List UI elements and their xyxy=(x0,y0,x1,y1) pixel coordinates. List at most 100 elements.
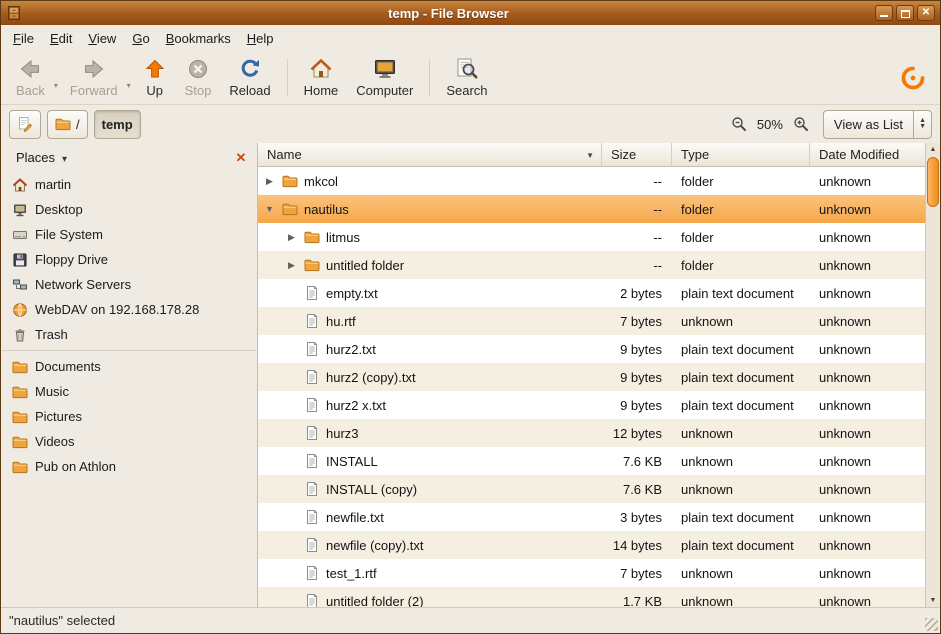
file-row[interactable]: hu.rtf 7 bytes unknown unknown xyxy=(258,307,925,335)
view-mode-combo[interactable]: View as List xyxy=(823,110,932,139)
folder-icon xyxy=(304,229,320,245)
places-sidebar: Places martin Desktop File System Floppy… xyxy=(1,143,258,607)
expander-icon[interactable] xyxy=(285,260,298,271)
folder-icon xyxy=(282,201,298,217)
file-row[interactable]: INSTALL (copy) 7.6 KB unknown unknown xyxy=(258,475,925,503)
sidebar-close-button[interactable] xyxy=(232,149,250,167)
file-row[interactable]: INSTALL 7.6 KB unknown unknown xyxy=(258,447,925,475)
menu-edit[interactable]: Edit xyxy=(42,27,80,50)
expander-icon[interactable] xyxy=(263,176,276,187)
reload-label: Reload xyxy=(229,83,270,98)
sidebar-item-desktop[interactable]: Desktop xyxy=(1,197,257,222)
path-button-current[interactable]: temp xyxy=(94,110,141,139)
sidebar-item-videos[interactable]: Videos xyxy=(1,429,257,454)
file-row[interactable]: newfile (copy).txt 14 bytes plain text d… xyxy=(258,531,925,559)
sidebar-item-martin[interactable]: martin xyxy=(1,172,257,197)
sidebar-item-music[interactable]: Music xyxy=(1,379,257,404)
main-area: Places martin Desktop File System Floppy… xyxy=(1,143,940,607)
sidebar-item-trash[interactable]: Trash xyxy=(1,322,257,347)
sidebar-item-file-system[interactable]: File System xyxy=(1,222,257,247)
sidebar-header: Places xyxy=(1,143,257,172)
minimize-button[interactable] xyxy=(875,5,893,21)
list-header: Name Size Type Date Modified xyxy=(258,143,925,167)
search-button[interactable]: Search xyxy=(437,54,496,101)
column-header-name[interactable]: Name xyxy=(258,143,602,167)
file-row[interactable]: hurz2 x.txt 9 bytes plain text document … xyxy=(258,391,925,419)
file-row[interactable]: mkcol -- folder unknown xyxy=(258,167,925,195)
column-header-size[interactable]: Size xyxy=(602,143,672,167)
file-row[interactable]: litmus -- folder unknown xyxy=(258,223,925,251)
places-selector[interactable]: Places xyxy=(8,147,75,168)
sidebar-item-label: martin xyxy=(35,177,71,192)
view-mode-spinner[interactable] xyxy=(913,111,931,138)
file-row[interactable]: untitled folder -- folder unknown xyxy=(258,251,925,279)
sidebar-item-label: File System xyxy=(35,227,103,242)
back-dropdown-arrow[interactable] xyxy=(54,81,58,90)
window-icon xyxy=(6,5,22,21)
folder-icon xyxy=(282,173,298,189)
back-button[interactable]: Back xyxy=(7,54,54,101)
text-file-icon xyxy=(304,285,320,301)
sidebar-separator xyxy=(2,350,256,351)
titlebar[interactable]: temp - File Browser xyxy=(1,1,940,25)
maximize-icon xyxy=(901,10,910,18)
sort-indicator-icon[interactable] xyxy=(586,151,594,160)
path-button-root[interactable]: / xyxy=(47,110,88,139)
close-button[interactable] xyxy=(917,5,935,21)
forward-button[interactable]: Forward xyxy=(61,54,127,101)
column-header-type[interactable]: Type xyxy=(672,143,810,167)
zoom-in-button[interactable] xyxy=(793,116,809,132)
expander-icon[interactable] xyxy=(285,232,298,243)
menu-view[interactable]: View xyxy=(80,27,124,50)
sidebar-item-pub-on-athlon[interactable]: Pub on Athlon xyxy=(1,454,257,479)
sidebar-item-documents[interactable]: Documents xyxy=(1,354,257,379)
toolbar-separator xyxy=(429,59,430,96)
reload-button[interactable]: Reload xyxy=(220,54,279,101)
resize-grip[interactable] xyxy=(925,618,938,631)
sidebar-item-network-servers[interactable]: Network Servers xyxy=(1,272,257,297)
path-root-label: / xyxy=(76,117,80,132)
toggle-location-entry-button[interactable] xyxy=(9,110,41,139)
menu-file[interactable]: File xyxy=(5,27,42,50)
file-row[interactable]: newfile.txt 3 bytes plain text document … xyxy=(258,503,925,531)
scroll-up-button[interactable] xyxy=(926,143,940,156)
file-row[interactable]: test_1.rtf 7 bytes unknown unknown xyxy=(258,559,925,587)
floppy-icon xyxy=(12,252,28,268)
menu-go[interactable]: Go xyxy=(124,27,157,50)
places-title: Places xyxy=(16,150,55,165)
location-bar: / temp 50% View as List xyxy=(1,105,940,143)
sidebar-item-webdav[interactable]: WebDAV on 192.168.178.28 xyxy=(1,297,257,322)
up-button[interactable]: Up xyxy=(134,54,176,101)
file-row[interactable]: untitled folder (2) 1.7 KB unknown unkno… xyxy=(258,587,925,607)
menu-bookmarks[interactable]: Bookmarks xyxy=(158,27,239,50)
folder-icon xyxy=(304,257,320,273)
vertical-scrollbar[interactable] xyxy=(925,143,940,607)
zoom-out-button[interactable] xyxy=(731,116,747,132)
file-row-selected[interactable]: nautilus -- folder unknown xyxy=(258,195,925,223)
scrollbar-thumb[interactable] xyxy=(927,157,939,207)
text-file-icon xyxy=(304,481,320,497)
menu-help[interactable]: Help xyxy=(239,27,282,50)
text-file-icon xyxy=(304,537,320,553)
sidebar-item-pictures[interactable]: Pictures xyxy=(1,404,257,429)
file-row[interactable]: hurz2.txt 9 bytes plain text document un… xyxy=(258,335,925,363)
computer-button[interactable]: Computer xyxy=(347,54,422,101)
scroll-down-button[interactable] xyxy=(926,594,940,607)
forward-label: Forward xyxy=(70,83,118,98)
file-row[interactable]: hurz3 12 bytes unknown unknown xyxy=(258,419,925,447)
back-label: Back xyxy=(16,83,45,98)
minimize-icon xyxy=(880,15,888,17)
file-row[interactable]: empty.txt 2 bytes plain text document un… xyxy=(258,279,925,307)
file-row[interactable]: hurz2 (copy).txt 9 bytes plain text docu… xyxy=(258,363,925,391)
home-icon xyxy=(309,57,333,81)
sidebar-item-floppy-drive[interactable]: Floppy Drive xyxy=(1,247,257,272)
column-header-date-modified[interactable]: Date Modified xyxy=(810,143,925,167)
expander-icon[interactable] xyxy=(263,204,276,214)
scrollbar-track[interactable] xyxy=(926,208,940,594)
home-button[interactable]: Home xyxy=(295,54,348,101)
stop-button[interactable]: Stop xyxy=(176,54,221,101)
folder-icon xyxy=(12,384,28,400)
up-icon xyxy=(143,57,167,81)
forward-dropdown-arrow[interactable] xyxy=(127,81,131,90)
maximize-button[interactable] xyxy=(896,5,914,21)
